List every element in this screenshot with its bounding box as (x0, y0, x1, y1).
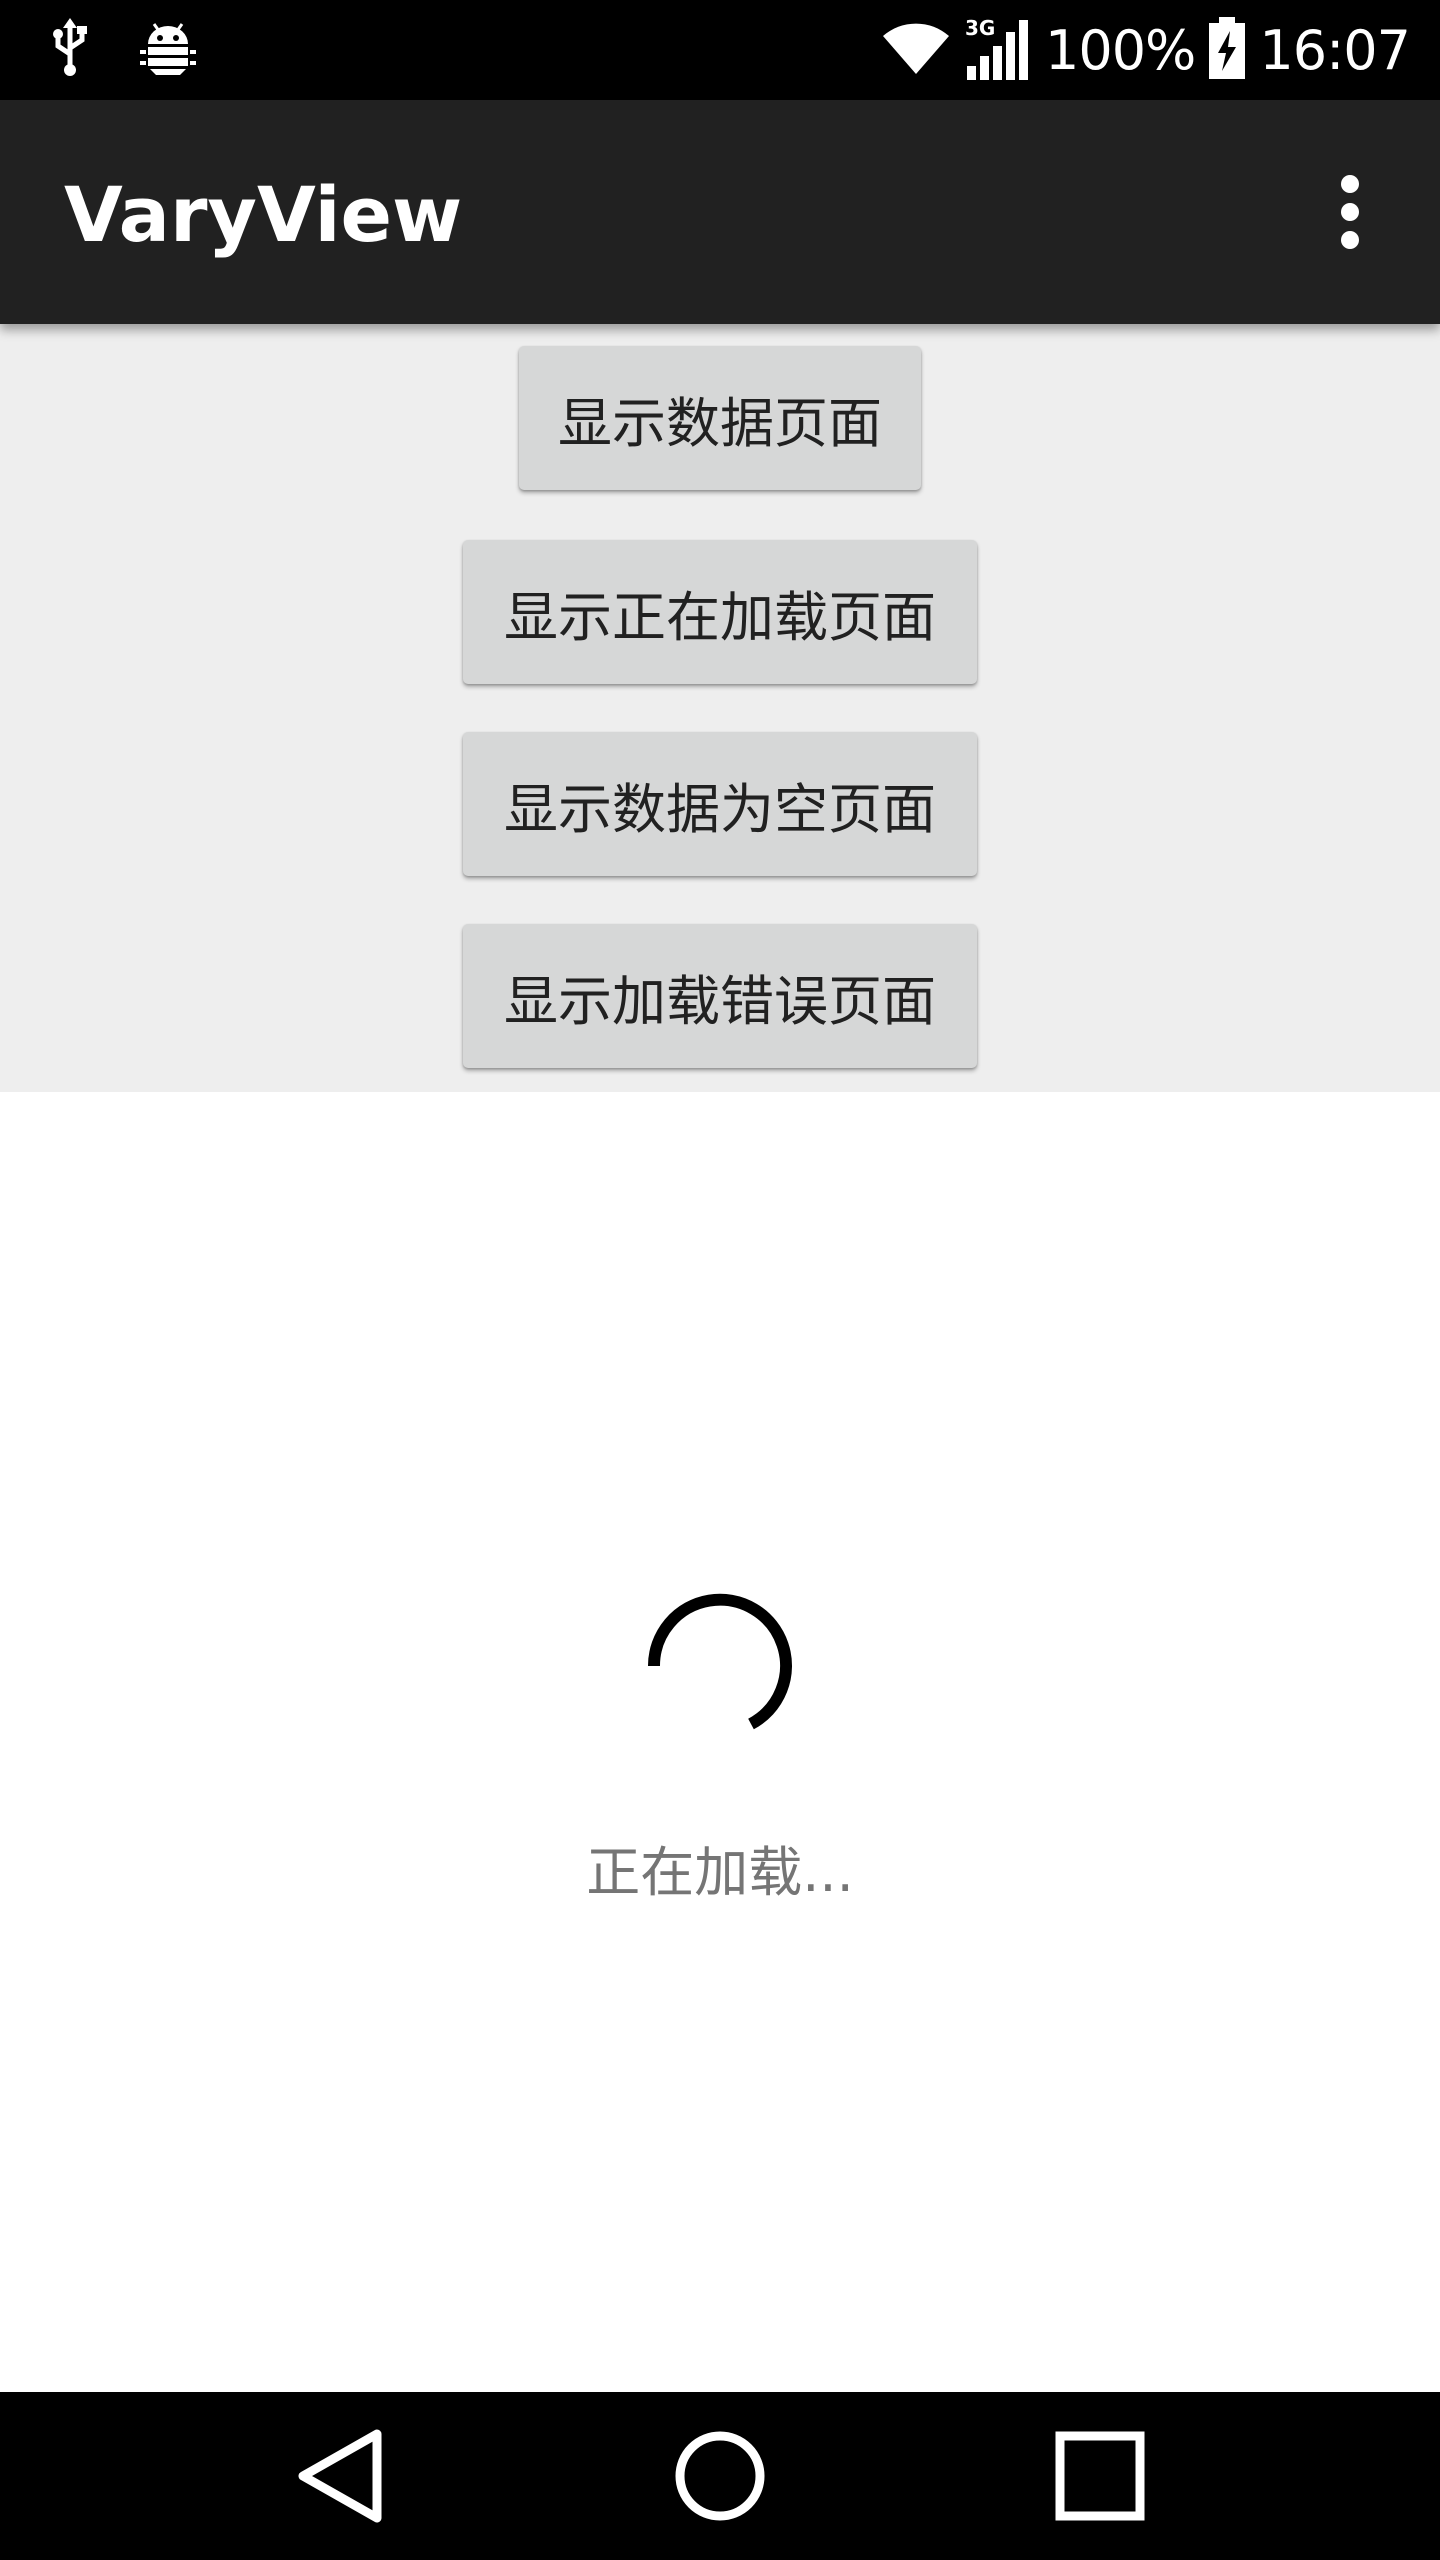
usb-icon (50, 18, 90, 82)
back-icon[interactable] (290, 2426, 390, 2526)
android-debug-icon (140, 20, 196, 80)
loading-view: 正在加载... (0, 1092, 1440, 2392)
app-bar: VaryView (0, 100, 1440, 324)
home-icon[interactable] (670, 2426, 770, 2526)
clock: 16:07 (1259, 18, 1411, 82)
show-empty-button[interactable]: 显示数据为空页面 (463, 732, 977, 876)
loading-text: 正在加载... (586, 1841, 854, 1904)
status-bar-left (50, 18, 196, 82)
status-bar: 3G 100% 16:07 (0, 0, 1440, 100)
button-panel: 显示数据页面 显示正在加载页面 显示数据为空页面 显示加载错误页面 (0, 324, 1440, 1092)
app-title: VaryView (64, 170, 463, 259)
battery-percent: 100% (1044, 18, 1196, 82)
cellular-3g-icon: 3G (965, 16, 1031, 82)
show-error-button[interactable]: 显示加载错误页面 (463, 924, 977, 1068)
status-bar-right: 3G 100% 16:07 (881, 10, 1411, 90)
show-loading-button[interactable]: 显示正在加载页面 (463, 540, 977, 684)
recents-icon[interactable] (1050, 2426, 1150, 2526)
wifi-icon (881, 20, 951, 80)
battery-charging-icon (1209, 17, 1246, 83)
more-vert-icon[interactable] (1300, 162, 1400, 262)
navigation-bar (0, 2392, 1440, 2560)
progress-spinner-icon (647, 1593, 792, 1730)
show-data-button[interactable]: 显示数据页面 (519, 346, 921, 490)
